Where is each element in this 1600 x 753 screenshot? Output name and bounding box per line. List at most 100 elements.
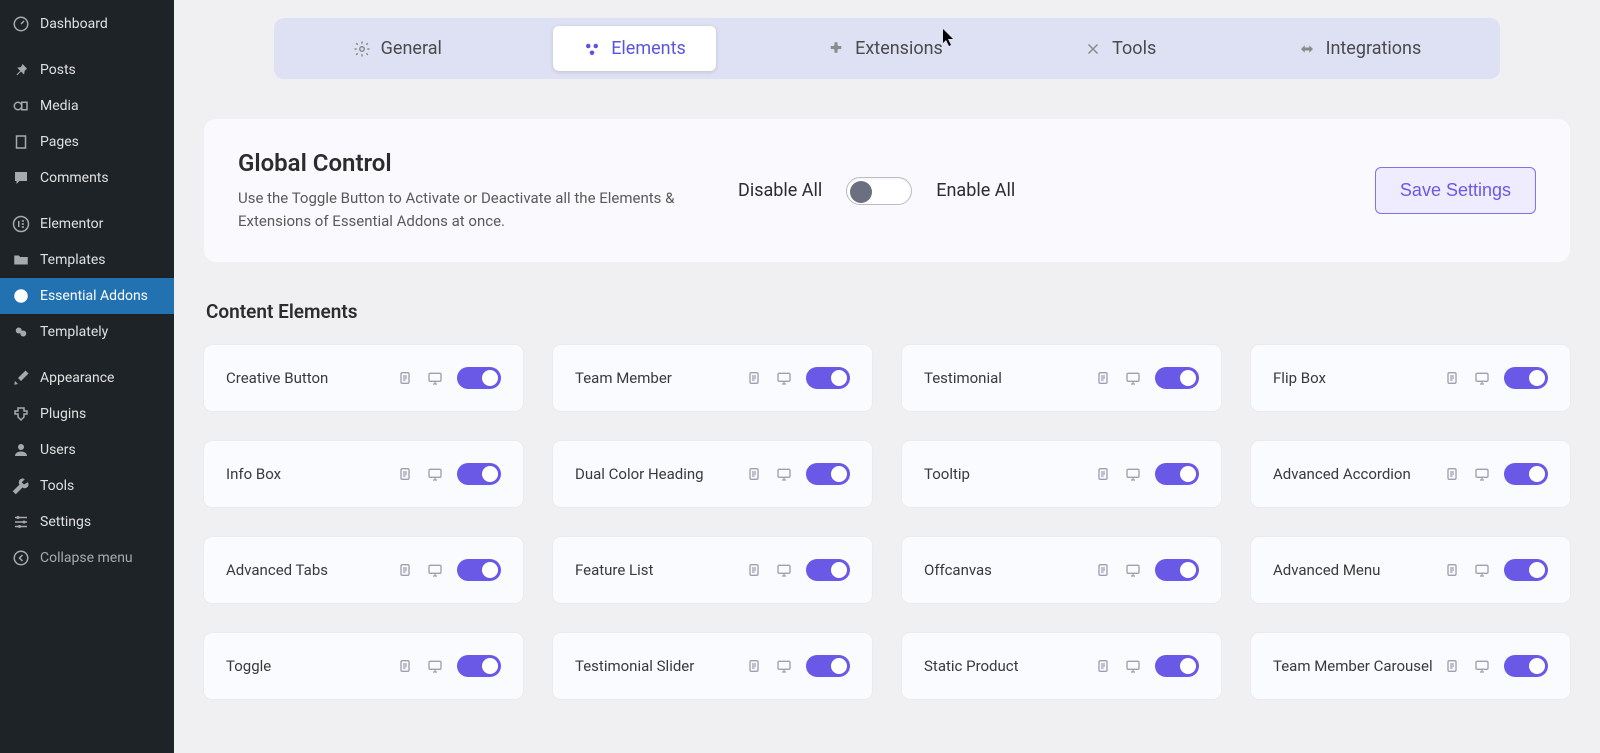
sidebar-collapse[interactable]: Collapse menu [0,540,174,576]
desktop-icon[interactable] [427,658,443,674]
desktop-icon[interactable] [1474,466,1490,482]
desktop-icon[interactable] [1125,466,1141,482]
element-toggle[interactable] [1155,463,1199,485]
element-toggle[interactable] [457,559,501,581]
tab-tools[interactable]: Tools [1054,26,1186,71]
element-card: Testimonial Slider [553,633,872,699]
doc-icon[interactable] [1444,658,1460,674]
desktop-icon[interactable] [776,466,792,482]
doc-icon[interactable] [397,466,413,482]
desktop-icon[interactable] [1125,562,1141,578]
element-controls [397,367,501,389]
element-name: Testimonial Slider [575,657,694,675]
desktop-icon[interactable] [1474,370,1490,386]
doc-icon[interactable] [746,466,762,482]
sidebar-item-elementor[interactable]: Elementor [0,206,174,242]
sidebar-item-templates[interactable]: Templates [0,242,174,278]
doc-icon[interactable] [1444,466,1460,482]
element-name: Toggle [226,657,271,675]
plug-icon [12,405,30,423]
element-controls [1444,559,1548,581]
desktop-icon[interactable] [776,658,792,674]
element-card: Dual Color Heading [553,441,872,507]
sidebar-item-label: Comments [40,170,109,186]
element-toggle[interactable] [806,559,850,581]
desktop-icon[interactable] [427,466,443,482]
save-settings-button[interactable]: Save Settings [1375,167,1536,214]
desktop-icon[interactable] [1474,562,1490,578]
sidebar-item-label: Media [40,98,79,114]
doc-icon[interactable] [1095,562,1111,578]
sidebar-item-dashboard[interactable]: Dashboard [0,6,174,42]
element-card: Advanced Accordion [1251,441,1570,507]
tab-general[interactable]: General [323,26,472,71]
element-card: Advanced Menu [1251,537,1570,603]
desktop-icon[interactable] [1125,370,1141,386]
element-toggle[interactable] [457,463,501,485]
element-name: Offcanvas [924,561,992,579]
doc-icon[interactable] [1095,658,1111,674]
doc-icon[interactable] [397,370,413,386]
sidebar-item-posts[interactable]: Posts [0,52,174,88]
element-toggle[interactable] [1155,655,1199,677]
sidebar-item-label: Elementor [40,216,103,232]
sidebar-item-label: Tools [40,478,74,494]
element-card: Flip Box [1251,345,1570,411]
element-toggle[interactable] [457,655,501,677]
element-toggle[interactable] [1504,367,1548,389]
element-toggle[interactable] [1504,463,1548,485]
element-toggle[interactable] [1504,559,1548,581]
desktop-icon[interactable] [776,370,792,386]
doc-icon[interactable] [397,658,413,674]
tab-integrations[interactable]: Integrations [1268,26,1452,71]
element-name: Dual Color Heading [575,465,704,483]
element-name: Creative Button [226,369,328,387]
element-controls [1444,463,1548,485]
sidebar-item-appearance[interactable]: Appearance [0,360,174,396]
doc-icon[interactable] [746,370,762,386]
element-name: Testimonial [924,369,1002,387]
media-icon [12,97,30,115]
sidebar-item-plugins[interactable]: Plugins [0,396,174,432]
tab-elements[interactable]: Elements [553,26,716,71]
element-name: Team Member [575,369,672,387]
doc-icon[interactable] [1444,370,1460,386]
element-toggle[interactable] [457,367,501,389]
desktop-icon[interactable] [776,562,792,578]
element-card: Team Member [553,345,872,411]
sidebar-item-media[interactable]: Media [0,88,174,124]
doc-icon[interactable] [1444,562,1460,578]
sidebar-item-essential-addons[interactable]: Essential Addons [0,278,174,314]
sidebar-item-pages[interactable]: Pages [0,124,174,160]
element-toggle[interactable] [806,463,850,485]
sidebar-item-label: Pages [40,134,79,150]
doc-icon[interactable] [746,658,762,674]
element-toggle[interactable] [1155,559,1199,581]
gauge-icon [12,15,30,33]
sidebar-item-templately[interactable]: Templately [0,314,174,350]
disable-all-label: Disable All [738,180,822,201]
element-toggle[interactable] [1155,367,1199,389]
doc-icon[interactable] [1095,370,1111,386]
global-toggle[interactable] [846,177,912,205]
element-toggle[interactable] [1504,655,1548,677]
doc-icon[interactable] [1095,466,1111,482]
tab-label: Tools [1112,38,1156,59]
doc-icon[interactable] [397,562,413,578]
tab-label: Integrations [1326,38,1422,59]
sidebar-item-users[interactable]: Users [0,432,174,468]
desktop-icon[interactable] [1474,658,1490,674]
doc-icon[interactable] [746,562,762,578]
element-toggle[interactable] [806,655,850,677]
sidebar-item-settings[interactable]: Settings [0,504,174,540]
sidebar-item-comments[interactable]: Comments [0,160,174,196]
wp-admin-sidebar: Dashboard Posts Media Pages Comments Ele… [0,0,174,753]
desktop-icon[interactable] [427,562,443,578]
sidebar-item-tools[interactable]: Tools [0,468,174,504]
tab-extensions[interactable]: Extensions [797,26,973,71]
desktop-icon[interactable] [1125,658,1141,674]
sidebar-item-label: Dashboard [40,16,108,32]
element-toggle[interactable] [806,367,850,389]
desktop-icon[interactable] [427,370,443,386]
page-icon [12,133,30,151]
